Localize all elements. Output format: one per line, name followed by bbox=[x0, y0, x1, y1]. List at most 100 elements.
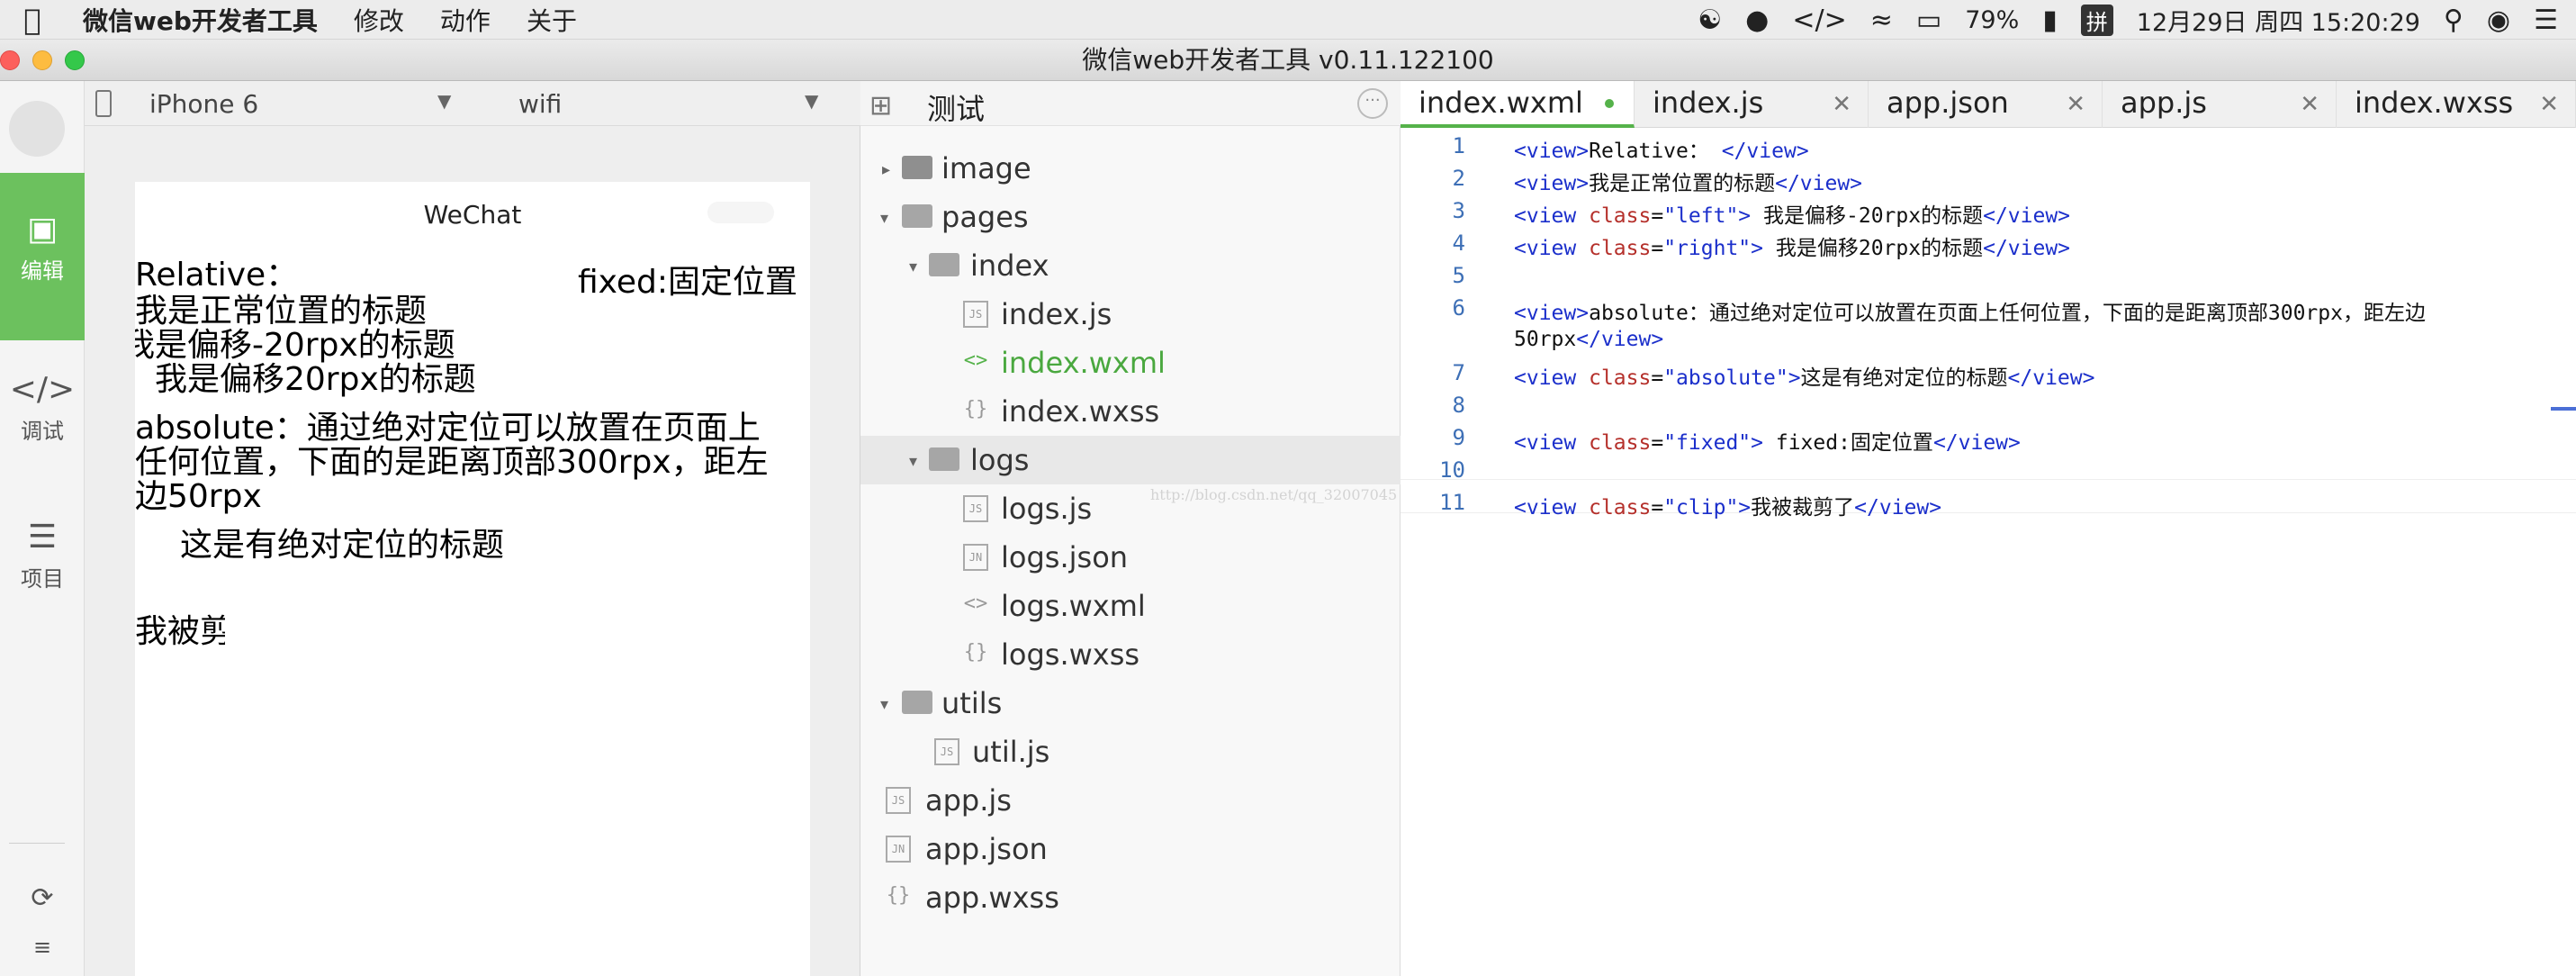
tree-file-app-wxss[interactable]: {} app.wxss bbox=[860, 873, 1401, 922]
tab-app-json[interactable]: app.json ✕ bbox=[1869, 81, 2103, 128]
json-file-icon: JN bbox=[886, 836, 911, 863]
fixed-text: fixed:固定位置 bbox=[578, 264, 798, 301]
menu-app-name[interactable]: 微信web开发者工具 bbox=[65, 2, 336, 38]
left-rail: ▣ 编辑 </> 调试 ☰ 项目 ⟳ ≡ bbox=[0, 81, 85, 976]
absolute-title: 这是有绝对定位的标题 bbox=[180, 527, 505, 564]
tab-app-js[interactable]: app.js ✕ bbox=[2103, 81, 2337, 128]
clipped-text: 我被剪了 bbox=[135, 614, 225, 650]
close-window-button[interactable] bbox=[0, 50, 20, 70]
rail-debug-label: 调试 bbox=[21, 419, 64, 444]
tree-file-app-js[interactable]: JS app.js bbox=[860, 776, 1401, 825]
more-options-icon[interactable]: ··· bbox=[1357, 88, 1388, 119]
phone-icon[interactable] bbox=[95, 90, 112, 117]
code-line-6[interactable]: <view>absolute：通过绝对定位可以放置在页面上任何位置，下面的是距离… bbox=[1514, 295, 2426, 326]
wechat-icon[interactable]: ☯ bbox=[1698, 5, 1722, 36]
tree-file-index-wxss[interactable]: {} index.wxss bbox=[860, 387, 1401, 436]
tree-file-util-js[interactable]: JS util.js bbox=[860, 727, 1401, 776]
line-number: 7 bbox=[1452, 360, 1465, 385]
line-number: 5 bbox=[1452, 263, 1465, 288]
line-number: 9 bbox=[1452, 425, 1465, 450]
code-icon[interactable]: </> bbox=[1792, 5, 1846, 36]
wifi-icon[interactable]: ≈ bbox=[1870, 5, 1893, 36]
rail-debug-button[interactable]: </> 调试 bbox=[0, 371, 85, 445]
tree-label: app.wxss bbox=[925, 881, 1059, 915]
tree-label: logs.wxss bbox=[1001, 637, 1140, 672]
minimize-window-button[interactable] bbox=[32, 50, 52, 70]
tree-file-logs-json[interactable]: JN logs.json bbox=[860, 533, 1401, 582]
battery-icon[interactable]: ▮ bbox=[2042, 5, 2058, 36]
menu-about[interactable]: 关于 bbox=[509, 2, 595, 38]
open-folder-icon bbox=[902, 691, 932, 714]
rail-compile-button[interactable]: ⟳ bbox=[0, 882, 85, 919]
capsule-menu-icon[interactable] bbox=[707, 202, 774, 223]
menu-edit[interactable]: 修改 bbox=[336, 2, 422, 38]
menu-action[interactable]: 动作 bbox=[422, 2, 509, 38]
code-line-3[interactable]: <view class="left"> 我是偏移-20rpx的标题</view> bbox=[1514, 198, 2070, 229]
settings-list-icon: ≡ bbox=[32, 935, 52, 960]
tree-file-logs-wxml[interactable]: <> logs.wxml bbox=[860, 582, 1401, 630]
tab-index-js[interactable]: index.js ✕ bbox=[1635, 81, 1869, 128]
tree-label: pages bbox=[941, 200, 1029, 234]
avatar[interactable] bbox=[9, 101, 65, 157]
wxml-file-icon: <> bbox=[963, 592, 988, 615]
js-file-icon: JS bbox=[963, 301, 988, 328]
tree-folder-utils[interactable]: ▾ utils bbox=[860, 679, 1401, 727]
tree-label: index.wxss bbox=[1001, 394, 1160, 429]
input-method-icon[interactable]: 拼 bbox=[2080, 4, 2113, 36]
close-tab-icon[interactable]: ✕ bbox=[2300, 83, 2319, 126]
code-attr-value: "left" bbox=[1663, 204, 1739, 228]
network-select[interactable]: wifi bbox=[518, 89, 562, 119]
js-file-icon: JS bbox=[886, 787, 911, 814]
notification-list-icon[interactable]: ☰ bbox=[2534, 5, 2558, 36]
tree-folder-logs[interactable]: ▾ logs bbox=[860, 436, 1401, 484]
tab-index-wxml[interactable]: index.wxml bbox=[1401, 81, 1635, 128]
line-number: 1 bbox=[1452, 133, 1465, 158]
rail-edit-button[interactable]: ▣ 编辑 bbox=[0, 173, 85, 340]
expanded-arrow-icon: ▾ bbox=[909, 258, 918, 276]
folder-icon bbox=[902, 156, 932, 179]
code-line-6-wrap[interactable]: 50rpx</view> bbox=[1514, 328, 1663, 351]
code-line-9[interactable]: <view class="fixed"> fixed:固定位置</view> bbox=[1514, 425, 2021, 456]
search-icon[interactable]: ⚲ bbox=[2444, 5, 2463, 36]
open-folder-icon bbox=[929, 253, 959, 276]
close-tab-icon[interactable]: ✕ bbox=[2539, 83, 2559, 126]
tree-label: utils bbox=[941, 686, 1003, 720]
tree-folder-pages[interactable]: ▾ pages bbox=[860, 193, 1401, 241]
zoom-window-button[interactable] bbox=[65, 50, 85, 70]
code-text: 50rpx bbox=[1514, 328, 1577, 351]
line-number: 2 bbox=[1452, 166, 1465, 191]
close-tab-icon[interactable]: ✕ bbox=[2066, 83, 2085, 126]
tree-file-index-wxml[interactable]: <> index.wxml bbox=[860, 339, 1401, 387]
device-dropdown-icon[interactable]: ▼ bbox=[437, 90, 451, 112]
airplay-icon[interactable]: ▭ bbox=[1916, 5, 1941, 36]
line-number: 8 bbox=[1452, 393, 1465, 418]
code-line-11[interactable]: <view class="clip">我被裁剪了</view> bbox=[1514, 490, 1941, 520]
qq-icon[interactable]: ● bbox=[1745, 5, 1769, 36]
tree-label: logs bbox=[970, 443, 1030, 477]
tree-folder-image[interactable]: ▸ image bbox=[860, 144, 1401, 193]
tree-file-app-json[interactable]: JN app.json bbox=[860, 825, 1401, 873]
tree-toggle-icon[interactable]: ⊞ bbox=[869, 90, 892, 122]
rail-settings-button[interactable]: ≡ bbox=[0, 935, 85, 965]
tab-label: index.js bbox=[1653, 86, 1764, 120]
network-dropdown-icon[interactable]: ▼ bbox=[805, 90, 818, 112]
clock[interactable]: 12月29日 周四 15:20:29 bbox=[2137, 3, 2420, 38]
rail-project-button[interactable]: ☰ 项目 bbox=[0, 519, 85, 592]
apple-menu-icon[interactable]:  bbox=[0, 3, 65, 37]
tree-folder-index[interactable]: ▾ index bbox=[860, 241, 1401, 290]
tab-index-wxss[interactable]: index.wxss ✕ bbox=[2337, 81, 2576, 128]
code-line-7[interactable]: <view class="absolute">这是有绝对定位的标题</view> bbox=[1514, 360, 2094, 391]
tree-file-logs-wxss[interactable]: {} logs.wxss bbox=[860, 630, 1401, 679]
siri-icon[interactable]: ◉ bbox=[2487, 5, 2510, 36]
code-line-2[interactable]: <view>我是正常位置的标题</view> bbox=[1514, 166, 1862, 196]
code-line-1[interactable]: <view>Relative： </view> bbox=[1514, 133, 1809, 164]
file-tree-panel: ⊞ 测试 ··· ▸ image ▾ pages ▾ index JS inde… bbox=[860, 81, 1401, 976]
close-tab-icon[interactable]: ✕ bbox=[1832, 83, 1851, 126]
code-line-4[interactable]: <view class="right"> 我是偏移20rpx的标题</view> bbox=[1514, 230, 2070, 261]
expanded-arrow-icon: ▾ bbox=[880, 209, 889, 228]
tree-file-index-js[interactable]: JS index.js bbox=[860, 290, 1401, 339]
collapsed-arrow-icon: ▸ bbox=[882, 160, 891, 179]
unsaved-dot-icon bbox=[1605, 99, 1614, 108]
device-select[interactable]: iPhone 6 bbox=[149, 89, 258, 119]
expanded-arrow-icon: ▾ bbox=[909, 452, 918, 471]
